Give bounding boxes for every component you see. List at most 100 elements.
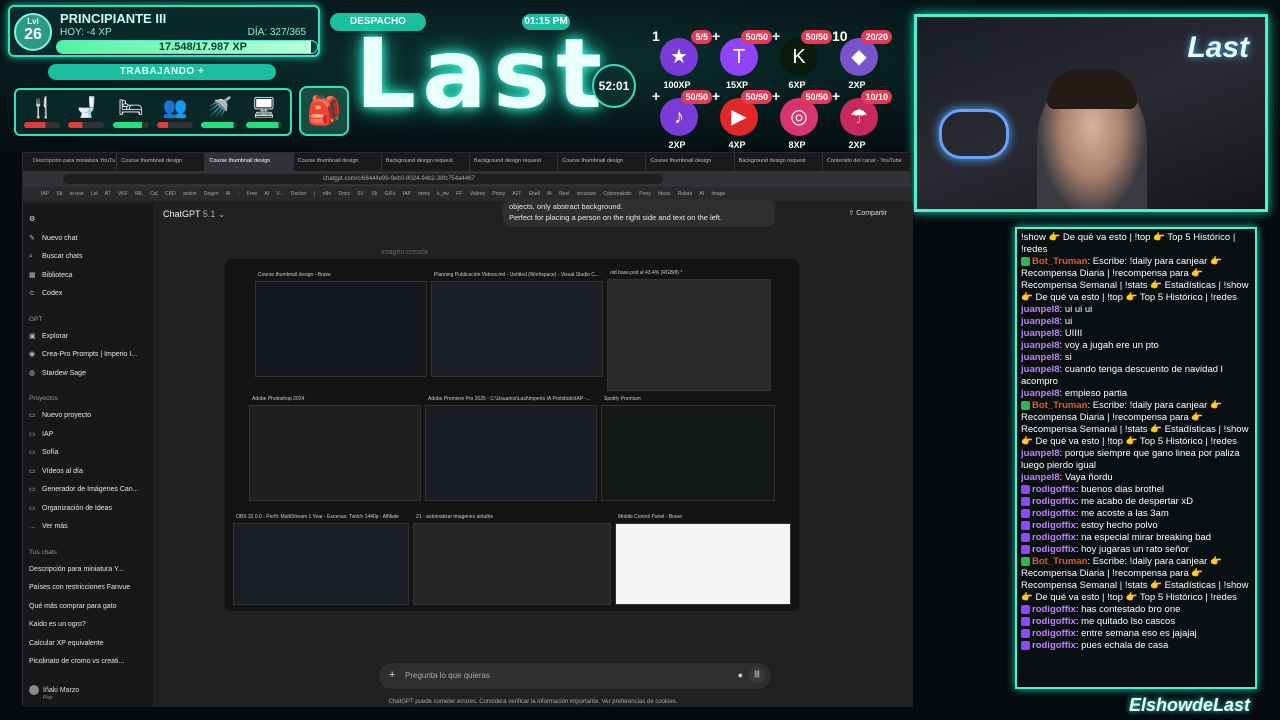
voice-icon[interactable]: ||| (749, 667, 765, 683)
chat-username[interactable]: rodigoffix (1032, 496, 1076, 507)
chat-history-item[interactable]: Qué más comprar para gato (29, 598, 153, 617)
chat-username[interactable]: rodigoffix (1032, 616, 1076, 627)
app-window-thumbnail: Planning Publicación Videos.md - Untitle… (431, 272, 603, 377)
chat-username[interactable]: rodigoffix (1032, 520, 1076, 531)
user-plan: Plus (43, 695, 53, 701)
need-meter: 👥 (155, 96, 195, 128)
user-badge-icon (1021, 484, 1030, 494)
chat-username[interactable]: rodigoffix (1032, 640, 1076, 651)
message-line: objects, only abstract background. (509, 202, 623, 211)
bed-icon: 🛏 (118, 97, 144, 119)
chat-history-item[interactable]: Descripción para miniatura Y... (29, 561, 153, 580)
achievement: + ▶ 50/50 4XP (712, 88, 772, 150)
chat-username[interactable]: rodigoffix (1032, 604, 1076, 615)
app-window-thumbnail: Adobe Premiere Pro 2025 - C:\Usuarios\La… (425, 396, 597, 501)
chat-text: : ui ui ui (1059, 304, 1093, 315)
browser-tab[interactable]: Background design request (382, 153, 471, 171)
chat-message: rodigoffix: me acoste a las 3am (1021, 508, 1251, 520)
sidebar-item-label: Buscar chats (42, 253, 83, 260)
chat-username[interactable]: rodigoffix (1032, 508, 1076, 519)
chat-username[interactable]: rodigoffix (1032, 484, 1076, 495)
more-icon: … (29, 523, 36, 530)
sidebar-item[interactable]: ▭ Sofía (29, 444, 153, 463)
plus-icon: 1 (652, 28, 660, 44)
chat-message: juanpel8: porque siempre que gano linea … (1021, 448, 1251, 472)
achievement: 10 ◆ 20/20 2XP (832, 29, 892, 90)
sidebar-item[interactable]: ▭ Nuevo proyecto (29, 407, 153, 426)
chat-username[interactable]: rodigoffix (1032, 544, 1076, 555)
shower-icon: 🚿 (207, 97, 232, 119)
chat-username[interactable]: rodigoffix (1032, 532, 1076, 543)
chat-username[interactable]: juanpel8 (1021, 352, 1060, 363)
user-badge-icon (1021, 256, 1030, 266)
brand-watermark: ElshowdeLast (1128, 695, 1250, 715)
url-field[interactable]: chatgpt.com/c/68444e99-9eb0-8024-94b2-38… (63, 174, 663, 184)
sidebar-item[interactable]: ▣ Explorar (29, 328, 153, 347)
browser-tab[interactable]: Course thumbnail design (294, 153, 382, 171)
chat-message: juanpel8: Vaya ñordu (1021, 472, 1251, 484)
need-meter: 🚽 (66, 96, 106, 128)
sidebar-item[interactable]: ▭ Generador de Imágenes Can... (29, 481, 153, 500)
openai-logo-icon[interactable]: ⚙ (29, 211, 153, 230)
bookmarks-bar[interactable]: IAP Sk to-use Lol AT VKF IRL Cal CRD act… (23, 187, 911, 201)
sidebar-item[interactable]: ▭ IAP (29, 426, 153, 445)
chat-username[interactable]: juanpel8 (1021, 364, 1060, 375)
plus-icon: + (712, 88, 721, 104)
needs-panel: 🍴 🚽 🛏 👥 🚿 🖥 (14, 88, 292, 136)
achievement-xp: 2XP (668, 140, 686, 150)
browser-tab[interactable]: Course thumbnail design (117, 153, 206, 171)
browser-tab[interactable]: Contenido del canal - YouTube (823, 153, 912, 171)
chat-text: : hoy jugaras un rato señor (1075, 544, 1189, 555)
user-profile[interactable]: Iñaki Marzo Plus (29, 685, 79, 701)
share-button[interactable]: ⇪ Compartir (848, 209, 887, 217)
chat-message: Bot_Truman: Escribe: !daily para canjear… (1021, 400, 1251, 448)
chat-history-item[interactable]: Kaido es un ogro? (29, 616, 153, 635)
generated-image[interactable]: Course thumbnail design - Brave Planning … (225, 259, 799, 611)
streamer-hair (1047, 69, 1137, 109)
browser-tab[interactable]: Background design request (470, 153, 559, 171)
chat-username[interactable]: juanpel8 (1021, 448, 1060, 459)
sidebar-item[interactable]: ▦ Biblioteca (29, 267, 153, 286)
plus-icon[interactable]: + (389, 669, 395, 681)
sidebar-item[interactable]: ⌕ Buscar chats (29, 248, 153, 267)
chat-username[interactable]: Bot_Truman (1032, 256, 1087, 267)
sidebar-item[interactable]: ◍ Stardew Sage (29, 365, 153, 384)
fun-icon: 🖥 (251, 97, 277, 119)
window-title: Mobile Control Panel - Brave (618, 514, 682, 520)
chat-username[interactable]: rodigoffix (1032, 628, 1076, 639)
chat-text: : me quitado lso cascos (1075, 616, 1176, 627)
sidebar-item[interactable]: … Ver más (29, 518, 153, 537)
chat-username[interactable]: juanpel8 (1021, 388, 1060, 399)
sidebar-item-label: Crea-Pro Prompts | Imperio I... (42, 351, 138, 358)
chevron-down-icon: ⌄ (217, 209, 226, 219)
explore-icon: ▣ (29, 332, 36, 340)
model-selector[interactable]: ChatGPT 5.1 ⌄ (163, 209, 225, 220)
browser-tab[interactable]: Descripción para miniatura YouTu (29, 153, 118, 171)
chat-text: : si (1059, 352, 1072, 363)
chat-history-item[interactable]: Países con restricciones Fanvue (29, 579, 153, 598)
window-title: OBS 32.0.0 - Perfil: MultiStream 1 Year … (236, 514, 399, 520)
mic-icon[interactable]: ● (738, 670, 743, 680)
chat-username[interactable]: juanpel8 (1021, 328, 1060, 339)
sidebar-item-label: Ver más (42, 523, 68, 530)
prompt-input[interactable]: + Pregunta lo que quieras ● ||| (379, 663, 771, 689)
chat-username[interactable]: juanpel8 (1021, 316, 1060, 327)
chat-username[interactable]: Bot_Truman (1032, 556, 1087, 567)
chat-history-item[interactable]: Calcular XP equivalente (29, 635, 153, 654)
chat-username[interactable]: juanpel8 (1021, 340, 1060, 351)
chat-username[interactable]: juanpel8 (1021, 472, 1060, 483)
sidebar-item[interactable]: ▭ Organización de Ideas (29, 500, 153, 519)
browser-tab[interactable]: Course thumbnail design (205, 153, 294, 171)
sidebar-item[interactable]: ◉ Crea-Pro Prompts | Imperio I... (29, 346, 153, 365)
sidebar-item[interactable]: ⊂ Codex (29, 285, 153, 304)
browser-tab[interactable]: Course thumbnail design (558, 153, 647, 171)
chat-history-item[interactable]: Picolinato de cromo vs creati... (29, 653, 153, 672)
sidebar-item[interactable]: ▭ Vídeos al día (29, 463, 153, 482)
browser-tab[interactable]: Course thumbnail design (646, 153, 735, 171)
chat-username[interactable]: juanpel8 (1021, 304, 1060, 315)
xp-text: 17.548/17.987 XP (158, 41, 247, 53)
rank-title: PRINCIPIANTE III (60, 11, 167, 26)
browser-tab[interactable]: Background design request (735, 153, 823, 171)
chat-username[interactable]: Bot_Truman (1032, 400, 1087, 411)
sidebar-item[interactable]: ✎ Nuevo chat (29, 230, 153, 249)
